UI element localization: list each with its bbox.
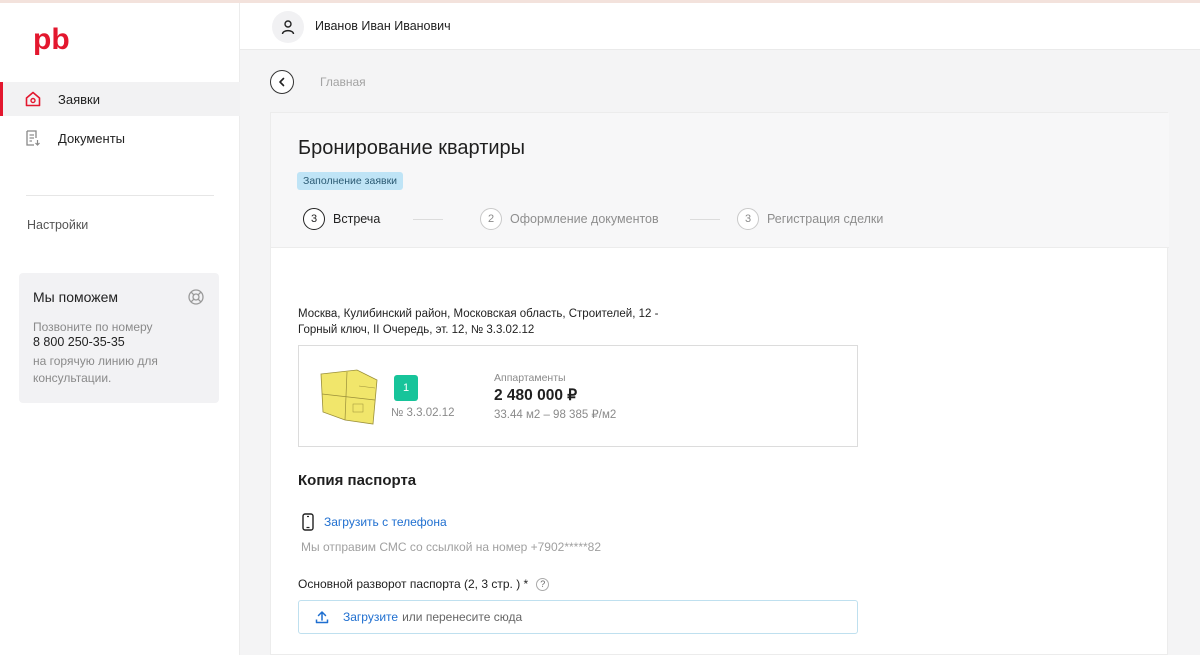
- sms-note: Мы отправим СМС со ссылкой на номер +790…: [301, 540, 602, 554]
- floor-badge: 1: [394, 375, 418, 401]
- back-button[interactable]: [270, 70, 294, 94]
- upload-from-phone-link[interactable]: Загрузить с телефона: [302, 513, 447, 531]
- booking-card: Бронирование квартиры Заполнение заявки …: [270, 112, 1169, 655]
- user-icon: [281, 20, 295, 35]
- sidebar-item-requests[interactable]: Заявки: [0, 82, 240, 116]
- help-title: Мы поможем: [33, 289, 119, 305]
- status-badge: Заполнение заявки: [297, 172, 404, 190]
- address-line: Москва, Кулибинский район, Московская об…: [298, 308, 659, 320]
- apartment-address: Москва, Кулибинский район, Московская об…: [298, 306, 698, 338]
- avatar[interactable]: [272, 11, 304, 43]
- document-icon: [26, 130, 40, 146]
- apartment-area: 33.44 м2 – 98 385 ₽/м2: [494, 409, 617, 421]
- sidebar-item-documents[interactable]: Документы: [0, 121, 240, 155]
- step-label: Регистрация сделки: [767, 212, 884, 226]
- help-text-line1: на горячую линию для: [33, 354, 158, 368]
- help-card: Мы поможем Позвоните по номеру 8 800 250…: [19, 273, 219, 403]
- sidebar-divider: [26, 195, 214, 196]
- step-connector: [690, 219, 720, 220]
- dropzone-upload-link[interactable]: Загрузите: [343, 610, 398, 624]
- step-documents[interactable]: 2 Оформление документов: [480, 208, 659, 230]
- home-icon: [25, 91, 41, 107]
- main-content: Иванов Иван Иванович Главная Бронировани…: [240, 3, 1200, 655]
- chevron-left-icon: [279, 77, 285, 87]
- top-header: Иванов Иван Иванович: [240, 3, 1200, 50]
- question-icon[interactable]: ?: [536, 577, 550, 591]
- help-text-line2: консультации.: [33, 371, 112, 385]
- passport-field-label-text: Основной разворот паспорта (2, 3 стр. ) …: [298, 577, 529, 591]
- passport-upload-dropzone[interactable]: Загрузите или перенесите сюда: [298, 600, 858, 634]
- step-label: Оформление документов: [510, 212, 659, 226]
- dropzone-hint: или перенесите сюда: [402, 610, 523, 624]
- phone-icon: [302, 513, 314, 531]
- help-phone[interactable]: 8 800 250-35-35: [33, 335, 125, 349]
- step-label: Встреча: [333, 212, 381, 226]
- booking-card-header: Бронирование квартиры Заполнение заявки …: [271, 113, 1169, 248]
- sidebar: pb Заявки Документы Настройки Мы поможем: [0, 3, 240, 655]
- step-number: 2: [480, 208, 502, 230]
- step-number: 3: [303, 208, 325, 230]
- sidebar-item-settings[interactable]: Настройки: [27, 218, 88, 232]
- apartment-price: 2 480 000 ₽: [494, 387, 578, 404]
- passport-section-title: Копия паспорта: [298, 472, 417, 489]
- svg-text:pb: pb: [33, 25, 70, 55]
- passport-field-label: Основной разворот паспорта (2, 3 стр. ) …: [298, 577, 550, 591]
- upload-icon: [315, 611, 329, 624]
- upload-from-phone-label[interactable]: Загрузить с телефона: [324, 515, 447, 529]
- page-title: Бронирование квартиры: [298, 137, 526, 159]
- apartment-type: Аппартаменты: [494, 372, 566, 384]
- lifebuoy-icon[interactable]: [187, 288, 205, 306]
- floor-plan-image: [320, 369, 378, 425]
- step-meeting[interactable]: 3 Встреча: [303, 208, 380, 230]
- breadcrumb-home[interactable]: Главная: [320, 75, 366, 89]
- sidebar-item-label: Заявки: [58, 91, 100, 107]
- apartment-card[interactable]: 1 № 3.3.02.12 Аппартаменты 2 480 000 ₽ 3…: [298, 345, 858, 447]
- brand-logo[interactable]: pb: [33, 25, 85, 55]
- sidebar-item-label: Документы: [58, 130, 126, 146]
- address-line: Горный ключ, II Очередь, эт. 12, № 3.3.0…: [298, 324, 535, 336]
- step-registration[interactable]: 3 Регистрация сделки: [737, 208, 883, 230]
- step-number: 3: [737, 208, 759, 230]
- apartment-number: № 3.3.02.12: [391, 407, 455, 419]
- help-text-intro: Позвоните по номеру: [33, 320, 153, 334]
- user-name[interactable]: Иванов Иван Иванович: [315, 19, 451, 33]
- step-connector: [413, 219, 443, 220]
